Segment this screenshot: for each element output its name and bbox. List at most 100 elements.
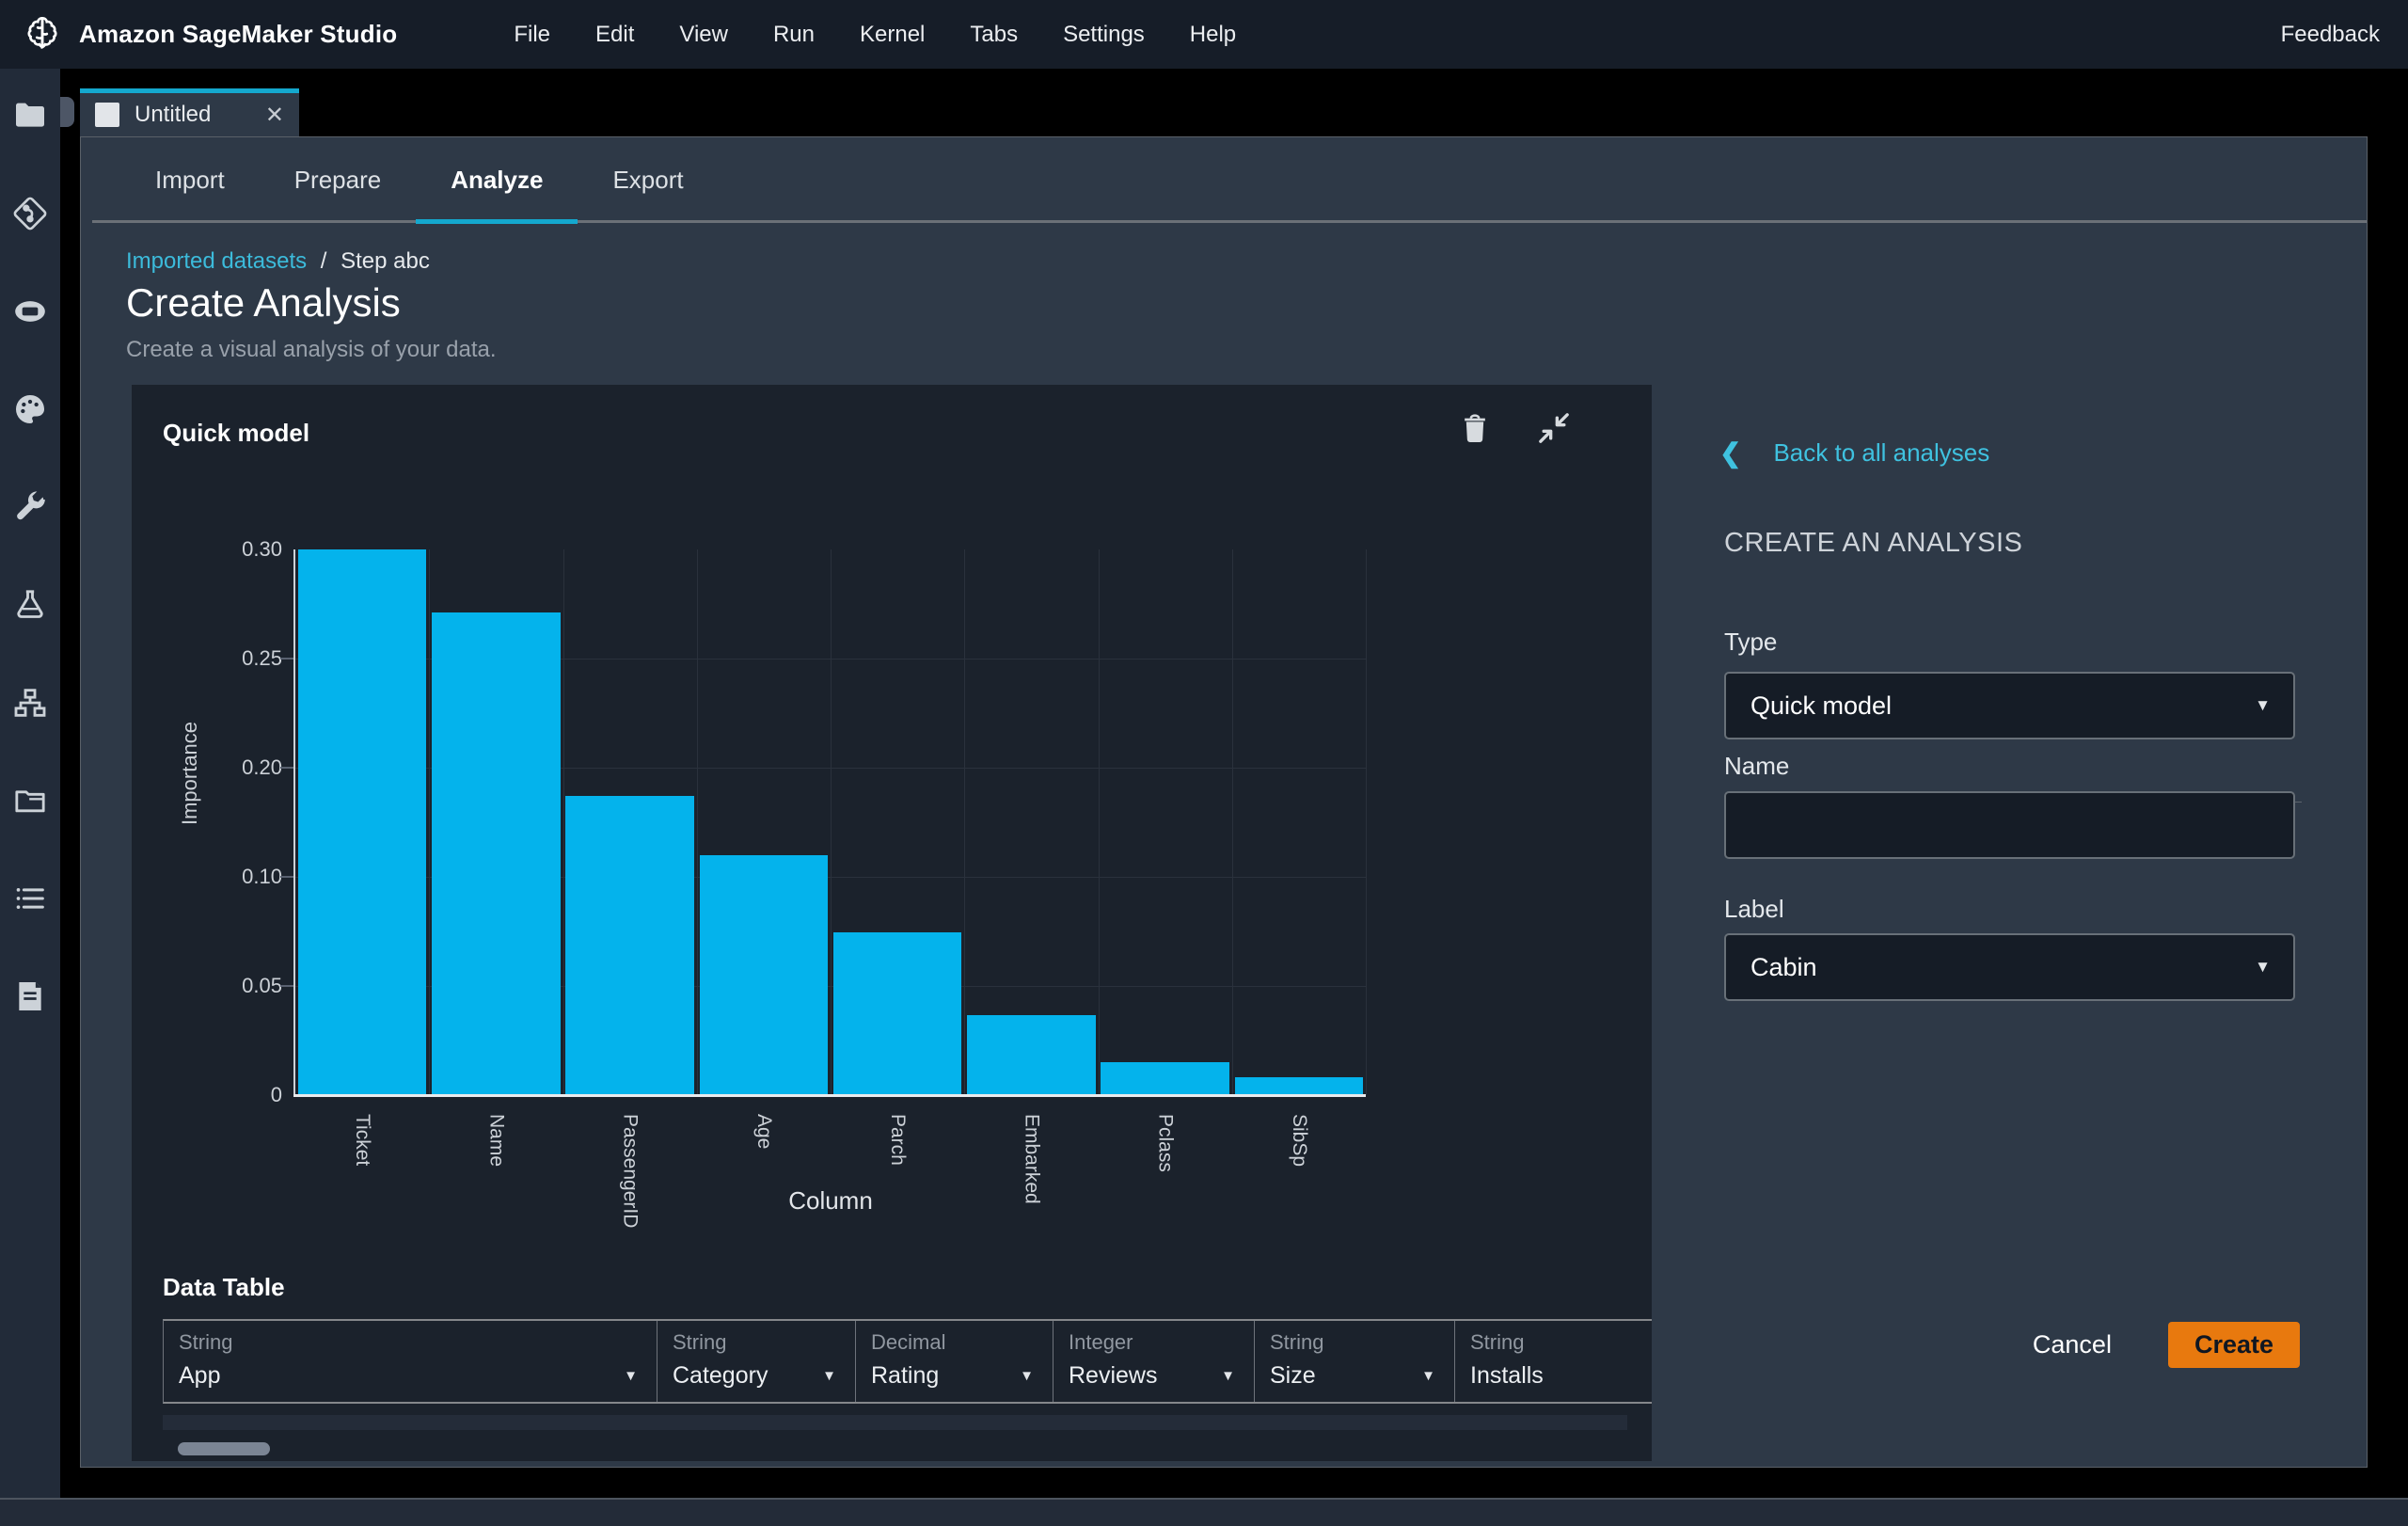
content-row: Quick model Importance 0.30 0.25 0.20 0.10 0…: [81, 385, 2367, 1467]
document-tab-bar: Untitled ✕: [60, 69, 2408, 136]
chevron-left-icon: ❮: [1719, 438, 1742, 468]
menu-item-file[interactable]: File: [491, 22, 573, 48]
breadcrumb-link-imported-datasets[interactable]: Imported datasets: [126, 248, 307, 274]
sidebar-item-table-of-contents[interactable]: [9, 878, 51, 919]
menu-item-settings[interactable]: Settings: [1040, 22, 1167, 48]
breadcrumb-separator: /: [320, 248, 327, 274]
type-select-value: Quick model: [1751, 691, 1893, 720]
menu-item-view[interactable]: View: [657, 22, 751, 48]
column-header-category[interactable]: String Category ▼: [657, 1321, 856, 1402]
activity-sidebar: [0, 69, 60, 1526]
x-axis-title: Column: [788, 1186, 873, 1215]
y-tick-label: 0.30: [242, 537, 282, 561]
bars: [295, 549, 1366, 1095]
tab-export[interactable]: Export: [578, 137, 718, 223]
top-menu-bar: Amazon SageMaker Studio File Edit View Run K…: [0, 0, 2408, 69]
trash-icon[interactable]: [1456, 409, 1494, 447]
create-button[interactable]: Create: [2167, 1322, 2300, 1368]
column-type: String: [1270, 1330, 1324, 1354]
chevron-down-icon: ▼: [2255, 958, 2271, 976]
collapse-icon[interactable]: [1535, 409, 1573, 447]
breadcrumb: Imported datasets / Step abc: [126, 248, 430, 275]
sidebar-item-pipelines[interactable]: [9, 682, 51, 723]
y-tick-label: 0.10: [242, 865, 282, 888]
inspector-heading: CREATE AN ANALYSIS: [1724, 528, 2023, 558]
app-title: Amazon SageMaker Studio: [79, 20, 398, 48]
label-label: Label: [1724, 895, 1784, 923]
menu-item-tabs[interactable]: Tabs: [947, 22, 1040, 48]
chevron-down-icon: ▼: [2255, 696, 2271, 714]
column-header-reviews[interactable]: Integer Reviews ▼: [1054, 1321, 1255, 1402]
chevron-down-icon[interactable]: ▼: [822, 1368, 840, 1384]
column-name: Reviews: [1069, 1362, 1158, 1389]
close-icon[interactable]: ✕: [265, 102, 284, 129]
data-table-title: Data Table: [163, 1273, 285, 1301]
horizontal-scrollbar-track[interactable]: [163, 1415, 1627, 1430]
app-logo: Amazon SageMaker Studio: [0, 13, 397, 56]
column-type: String: [1470, 1330, 1525, 1354]
feedback-link[interactable]: Feedback: [2281, 22, 2408, 48]
type-label: Type: [1724, 628, 1778, 656]
chevron-down-icon[interactable]: ▼: [1221, 1368, 1239, 1384]
list-icon: [16, 888, 44, 909]
status-bar: [0, 1498, 2408, 1526]
label-select[interactable]: Cabin ▼: [1724, 933, 2295, 1001]
column-header-rating[interactable]: Decimal Rating ▼: [856, 1321, 1054, 1402]
bar-SibSp[interactable]: [1234, 1076, 1364, 1095]
wrench-icon: [17, 491, 45, 520]
menu-item-kernel[interactable]: Kernel: [837, 22, 947, 48]
sidebar-item-commands[interactable]: [9, 389, 51, 430]
chevron-down-icon[interactable]: ▼: [1421, 1368, 1439, 1384]
cancel-button[interactable]: Cancel: [2033, 1330, 2112, 1359]
breadcrumb-current-step: Step abc: [341, 248, 430, 274]
sidebar-item-extensions[interactable]: [9, 976, 51, 1017]
sidebar-item-git[interactable]: [9, 193, 51, 234]
horizontal-scrollbar-thumb[interactable]: [178, 1442, 270, 1455]
document-tab-title: Untitled: [135, 102, 212, 127]
sidebar-item-file-browser[interactable]: [9, 95, 51, 136]
bar-Parch[interactable]: [832, 932, 962, 1095]
tab-analyze[interactable]: Analyze: [416, 137, 578, 224]
column-header-size[interactable]: String Size ▼: [1255, 1321, 1455, 1402]
column-header-app[interactable]: String App ▼: [164, 1321, 657, 1402]
menu-item-help[interactable]: Help: [1167, 22, 1259, 48]
open-folder-icon: [15, 790, 45, 813]
tab-import[interactable]: Import: [120, 137, 260, 223]
sidebar-item-data[interactable]: [9, 780, 51, 821]
column-type: String: [673, 1330, 727, 1354]
column-type: String: [179, 1330, 233, 1354]
bar-Ticket[interactable]: [297, 549, 427, 1095]
menu-item-edit[interactable]: Edit: [573, 22, 657, 48]
bar-Embarked[interactable]: [967, 1015, 1096, 1095]
back-to-analyses-link[interactable]: ❮ Back to all analyses: [1719, 437, 1989, 469]
terminal-icon: [15, 301, 45, 322]
tab-prepare[interactable]: Prepare: [260, 137, 417, 223]
bar-PassengerID[interactable]: [565, 795, 694, 1095]
chevron-down-icon[interactable]: ▼: [1020, 1368, 1038, 1384]
sidebar-item-tools[interactable]: [9, 486, 51, 528]
column-header-installs[interactable]: String Installs: [1455, 1321, 1652, 1402]
bar-Name[interactable]: [432, 612, 561, 1095]
data-table-header-row: String App ▼ String Category ▼ Decimal Rating ▼ I…: [163, 1319, 1652, 1404]
chevron-down-icon[interactable]: ▼: [624, 1368, 642, 1384]
menu-item-run[interactable]: Run: [751, 22, 837, 48]
document-tab-untitled[interactable]: Untitled ✕: [80, 88, 299, 136]
git-icon: [13, 197, 47, 230]
column-name: Rating: [871, 1362, 940, 1389]
y-axis-ticks: 0.30 0.25 0.20 0.10 0.05 0: [154, 537, 282, 1106]
name-label: Name: [1724, 752, 1790, 780]
sidebar-item-experiments[interactable]: [9, 584, 51, 626]
sidebar-item-running-terminals[interactable]: [9, 291, 51, 332]
palette-icon: [15, 395, 44, 423]
column-type: Decimal: [871, 1330, 946, 1354]
panel-handle[interactable]: [60, 97, 74, 127]
name-input[interactable]: [1724, 791, 2295, 859]
column-type: Integer: [1069, 1330, 1133, 1354]
column-name: Size: [1270, 1362, 1316, 1389]
type-select[interactable]: Quick model ▼: [1724, 672, 2295, 739]
sagemaker-studio-screen: Amazon SageMaker Studio File Edit View Run K…: [0, 0, 2408, 1526]
analysis-inspector-panel: ❮ Back to all analyses CREATE AN ANALYSI…: [1653, 385, 2367, 1467]
bar-Pclass[interactable]: [1101, 1062, 1229, 1095]
bar-Age[interactable]: [699, 855, 829, 1095]
y-tick-label: 0: [270, 1083, 282, 1106]
